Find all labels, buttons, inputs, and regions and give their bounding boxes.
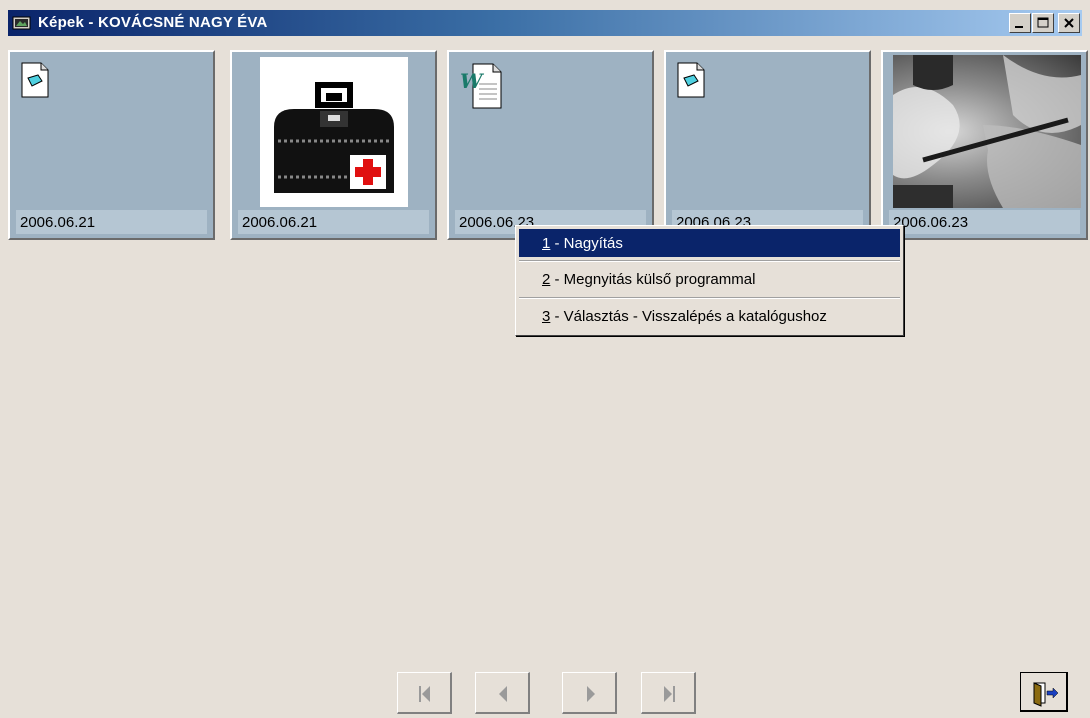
thumbnail-date-bar: 2006.06.21: [16, 210, 207, 234]
menu-item-open-external[interactable]: 2 - Megnyitás külső programmal: [519, 265, 900, 293]
first-record-icon: [419, 686, 430, 702]
word-document-icon: W: [460, 63, 502, 109]
menu-item-label: - Megnyitás külső programmal: [550, 271, 756, 288]
previous-record-icon: [499, 686, 507, 702]
medical-bag-image: [274, 82, 394, 193]
last-record-icon: [664, 686, 675, 702]
menu-item-zoom[interactable]: 1 - Nagyítás: [519, 229, 900, 257]
next-record-button[interactable]: [562, 672, 617, 714]
thumbnail-date-bar: 2006.06.21: [238, 210, 429, 234]
last-record-button[interactable]: [641, 672, 696, 714]
svg-text:W: W: [460, 69, 485, 93]
menu-item-select-back[interactable]: 3 - Választás - Visszalépés a katalógush…: [519, 302, 900, 330]
thumbnail-date: 2006.06.21: [242, 214, 318, 231]
close-icon: [1064, 18, 1074, 28]
context-menu: 1 - Nagyítás 2 - Megnyitás külső program…: [515, 225, 904, 336]
window-title: Képek - KOVÁCSNÉ NAGY ÉVA: [38, 14, 268, 31]
exit-button[interactable]: [1020, 672, 1068, 712]
grayscale-photo: [893, 55, 1081, 208]
photo-detail: [893, 55, 1081, 208]
generic-document-icon: [21, 62, 49, 98]
previous-record-button[interactable]: [475, 672, 530, 714]
thumbnail-1[interactable]: 2006.06.21: [8, 50, 215, 240]
thumbnail-date: 2006.06.21: [20, 214, 96, 231]
menu-item-label: - Választás - Visszalépés a katalógushoz: [550, 308, 827, 325]
thumbnail-5[interactable]: 2006.06.23: [881, 50, 1088, 240]
thumbnail-2[interactable]: 2006.06.21: [230, 50, 437, 240]
thumbnail-image: [260, 57, 408, 207]
maximize-icon: [1037, 17, 1049, 28]
menu-item-label: - Nagyítás: [550, 235, 623, 252]
thumbnail-4[interactable]: 2006.06.23: [664, 50, 871, 240]
generic-document-icon: [677, 62, 705, 98]
menu-separator: [519, 260, 900, 262]
maximize-button[interactable]: [1032, 13, 1054, 33]
thumbnail-date: 2006.06.23: [893, 214, 969, 231]
minimize-icon: [1015, 26, 1023, 28]
app-icon: [12, 16, 31, 30]
next-record-icon: [587, 686, 595, 702]
first-record-button[interactable]: [397, 672, 452, 714]
menu-separator: [519, 297, 900, 299]
title-bar: Képek - KOVÁCSNÉ NAGY ÉVA: [0, 0, 1090, 37]
thumbnail-3[interactable]: W 2006.06.23: [447, 50, 654, 240]
minimize-button[interactable]: [1009, 13, 1031, 33]
close-button[interactable]: [1058, 13, 1080, 33]
exit-door-icon: [1033, 682, 1059, 707]
thumbnail-date-bar: 2006.06.23: [889, 210, 1080, 234]
